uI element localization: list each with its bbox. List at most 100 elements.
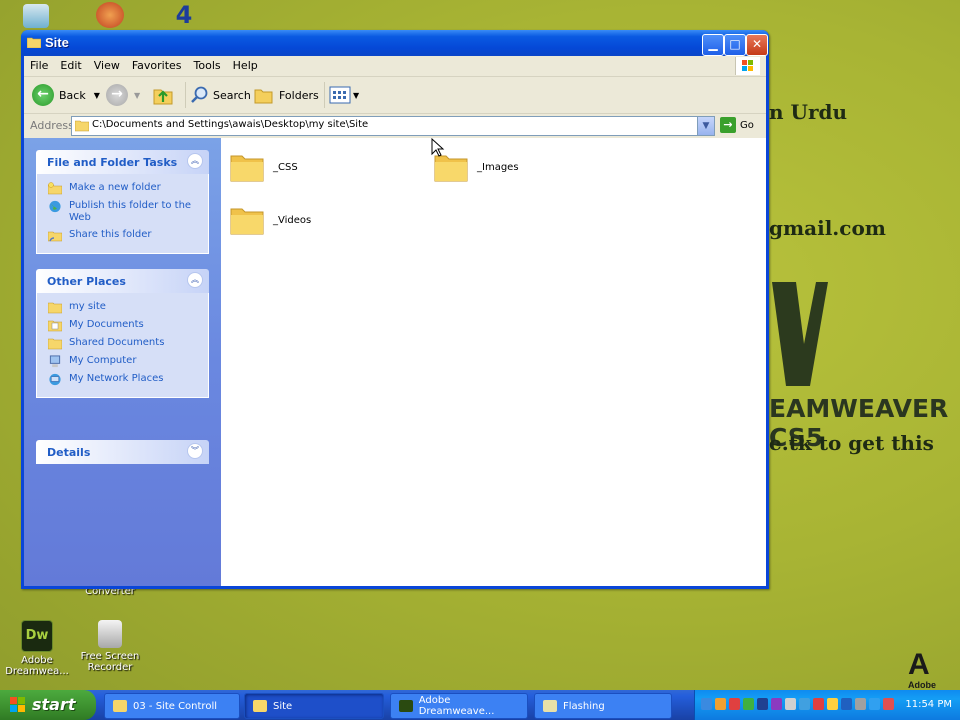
- folder-item-images[interactable]: _Images: [433, 150, 519, 184]
- tray-icon[interactable]: [743, 698, 754, 710]
- place-my-network-places[interactable]: My Network Places: [37, 371, 208, 389]
- tray-icon[interactable]: [813, 698, 824, 710]
- place-shared-documents[interactable]: Shared Documents: [37, 335, 208, 353]
- tray-icon[interactable]: [785, 698, 796, 710]
- menu-view[interactable]: View: [88, 56, 126, 72]
- up-folder-button[interactable]: [152, 82, 174, 108]
- menu-file[interactable]: File: [24, 56, 54, 72]
- desktop-icon-dreamweaver[interactable]: Dw Adobe Dreamwea...: [5, 620, 69, 677]
- folders-label: Folders: [279, 88, 319, 102]
- recycle-bin-icon: [23, 4, 49, 28]
- tray-icon[interactable]: [855, 698, 866, 710]
- desktop-icon-app2[interactable]: [92, 2, 128, 31]
- computer-icon: [49, 355, 61, 368]
- place-my-computer[interactable]: My Computer: [37, 353, 208, 371]
- tray-icons: [701, 698, 894, 710]
- wallpaper-text: n Urdu: [769, 100, 848, 124]
- dreamweaver-logo: [772, 282, 828, 386]
- menu-favorites[interactable]: Favorites: [126, 56, 188, 72]
- go-label: Go: [740, 119, 754, 131]
- back-button[interactable]: ← Back ▼: [32, 82, 100, 108]
- panel-header[interactable]: Other Places ︽: [36, 269, 209, 293]
- taskbar-item-dreamweaver[interactable]: Adobe Dreamweave...: [390, 693, 528, 719]
- folder-contents: _CSS _Images _Videos: [221, 138, 766, 586]
- panel-header[interactable]: File and Folder Tasks ︽: [36, 150, 209, 174]
- desktop-icon-recycle[interactable]: [18, 4, 54, 31]
- task-publish-folder[interactable]: Publish this folder to the Web: [37, 198, 208, 227]
- place-my-documents[interactable]: My Documents: [37, 317, 208, 335]
- tray-icon[interactable]: [883, 698, 894, 710]
- views-button[interactable]: ▼: [324, 82, 359, 108]
- share-folder-icon: [48, 231, 62, 242]
- go-button[interactable]: → Go: [720, 117, 754, 133]
- standard-toolbar: ← Back ▼ → ▼ Search Folders ▼: [24, 77, 766, 114]
- back-arrow-icon: ←: [32, 84, 54, 106]
- tray-icon[interactable]: [701, 698, 712, 710]
- menu-help[interactable]: Help: [227, 56, 264, 72]
- title-bar[interactable]: Site ▁ □ ✕: [21, 30, 769, 56]
- folder-icon: [75, 120, 89, 132]
- tray-icon[interactable]: [771, 698, 782, 710]
- collapse-chevron-icon[interactable]: ︽: [187, 272, 203, 288]
- tray-icon[interactable]: [757, 698, 768, 710]
- tray-icon[interactable]: [841, 698, 852, 710]
- collapse-chevron-icon[interactable]: ︽: [187, 153, 203, 169]
- menu-tools[interactable]: Tools: [188, 56, 227, 72]
- explorer-body: File and Folder Tasks ︽ Make a new folde…: [24, 138, 766, 586]
- globe-icon: [49, 200, 61, 213]
- folders-button[interactable]: Folders: [254, 82, 319, 108]
- chevron-down-icon: ▼: [353, 90, 360, 100]
- clock[interactable]: 11:54 PM: [905, 699, 952, 710]
- system-tray: 11:54 PM: [694, 690, 960, 720]
- place-my-site[interactable]: my site: [37, 299, 208, 317]
- wallpaper-text: gmail.com: [769, 216, 886, 240]
- adobe-a-icon: A: [908, 648, 930, 681]
- tray-icon[interactable]: [869, 698, 880, 710]
- search-button[interactable]: Search: [185, 82, 251, 108]
- forward-arrow-icon: →: [106, 84, 128, 106]
- address-input[interactable]: C:\Documents and Settings\awais\Desktop\…: [71, 116, 715, 136]
- address-dropdown-button[interactable]: ▼: [697, 117, 714, 135]
- folder-item-videos[interactable]: _Videos: [229, 203, 311, 237]
- network-icon: [49, 373, 61, 386]
- chevron-down-icon[interactable]: ▼: [134, 91, 140, 100]
- tray-icon[interactable]: [715, 698, 726, 710]
- expand-chevron-icon[interactable]: ︾: [187, 443, 203, 459]
- forward-button[interactable]: → ▼: [106, 82, 140, 108]
- minimize-icon: ▁: [708, 37, 718, 51]
- desktop-icon-screen-recorder[interactable]: Free Screen Recorder: [78, 620, 142, 673]
- tray-icon[interactable]: [799, 698, 810, 710]
- menu-edit[interactable]: Edit: [54, 56, 87, 72]
- panel-body: Make a new folder Publish this folder to…: [36, 174, 209, 254]
- task-make-new-folder[interactable]: Make a new folder: [37, 180, 208, 198]
- panel-body: my site My Documents Shared Documents My…: [36, 293, 209, 398]
- minimize-button[interactable]: ▁: [702, 34, 724, 56]
- new-folder-icon: [48, 182, 62, 195]
- tray-icon[interactable]: [729, 698, 740, 710]
- chevron-down-icon[interactable]: ▼: [94, 91, 100, 100]
- wallpaper-text: e.tk to get this: [769, 431, 934, 455]
- search-icon: [191, 86, 208, 103]
- start-button[interactable]: start: [0, 690, 96, 720]
- folder-icon: [253, 700, 267, 712]
- adobe-logo: A Adobe: [908, 648, 936, 691]
- window-title: Site: [45, 35, 69, 50]
- chevron-down-icon: ▼: [702, 121, 710, 131]
- recorder-icon: [98, 620, 122, 648]
- folder-name: _CSS: [273, 161, 298, 173]
- tray-icon[interactable]: [827, 698, 838, 710]
- taskbar-item-flashing[interactable]: Flashing: [534, 693, 672, 719]
- task-pane: File and Folder Tasks ︽ Make a new folde…: [24, 138, 221, 586]
- shared-documents-icon: [48, 338, 62, 350]
- up-folder-icon: [153, 89, 173, 105]
- taskbar-item-site[interactable]: Site: [244, 693, 384, 719]
- close-button[interactable]: ✕: [746, 34, 768, 56]
- close-icon: ✕: [751, 37, 763, 51]
- app-icon: 4: [175, 1, 193, 29]
- panel-header[interactable]: Details ︾: [36, 440, 209, 464]
- address-label: Address: [30, 119, 74, 132]
- maximize-button[interactable]: □: [724, 34, 746, 56]
- task-share-folder[interactable]: Share this folder: [37, 227, 208, 245]
- folder-item-css[interactable]: _CSS: [229, 150, 298, 184]
- taskbar-item-site-controll[interactable]: 03 - Site Controll: [104, 693, 240, 719]
